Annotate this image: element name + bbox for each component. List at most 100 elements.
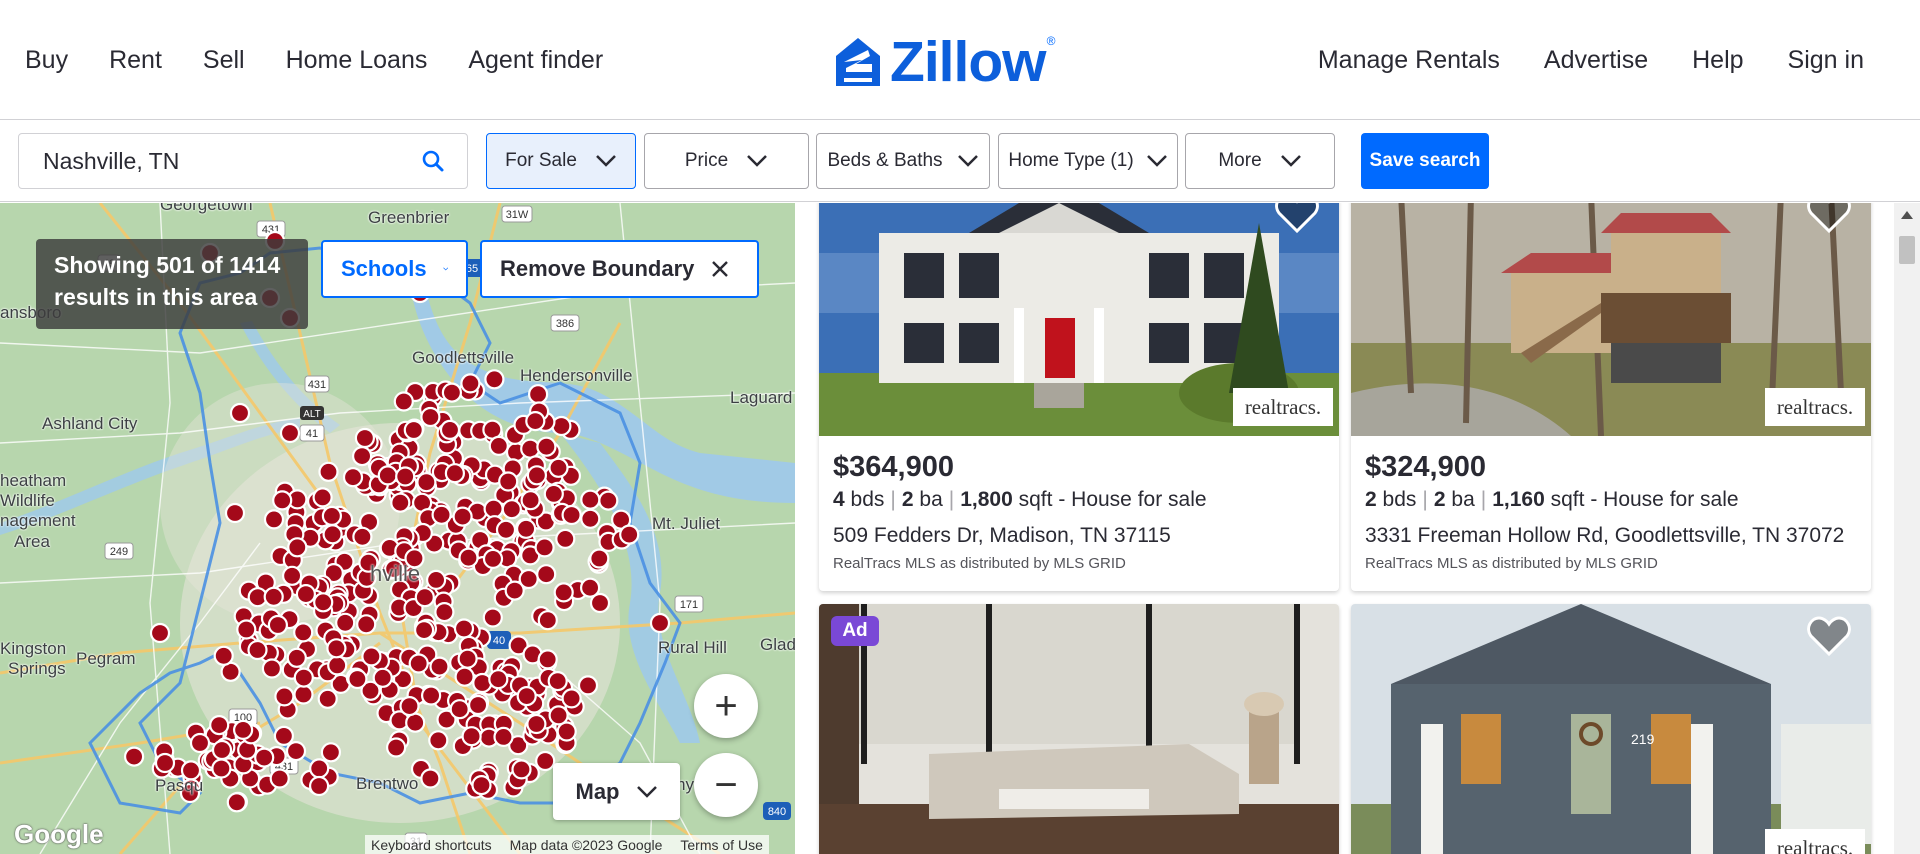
scroll-thumb[interactable] <box>1899 236 1915 264</box>
nav-sell[interactable]: Sell <box>203 46 245 75</box>
listing-marker[interactable] <box>254 747 275 768</box>
listing-marker[interactable] <box>274 686 295 707</box>
listings-panel[interactable]: realtracs. $364,900 4 bds | 2 ba | 1,800 sqf… <box>796 203 1920 854</box>
listing-marker[interactable] <box>309 758 330 779</box>
listing-marker[interactable] <box>526 713 547 735</box>
listing-marker[interactable] <box>460 373 481 394</box>
listing-marker[interactable] <box>511 759 532 780</box>
listing-marker[interactable] <box>534 537 555 558</box>
listing-marker[interactable] <box>495 519 517 540</box>
home-type-filter[interactable]: Home Type (1) <box>998 133 1178 189</box>
schools-button[interactable]: Schools <box>321 240 468 298</box>
nav-manage-rentals[interactable]: Manage Rentals <box>1318 46 1500 75</box>
listing-marker[interactable] <box>267 614 288 636</box>
listing-marker[interactable] <box>535 750 556 772</box>
listing-marker[interactable] <box>454 666 475 687</box>
listing-marker[interactable] <box>482 548 504 569</box>
listing-marker[interactable] <box>431 504 452 525</box>
listing-marker[interactable] <box>414 620 435 641</box>
listing-card[interactable]: realtracs. $364,900 4 bds | 2 ba | 1,800 sqf… <box>819 203 1339 591</box>
more-filter[interactable]: More <box>1185 133 1335 189</box>
listing-photo[interactable]: 219 <box>1351 604 1871 854</box>
listing-marker[interactable] <box>468 694 489 716</box>
listing-marker[interactable] <box>555 528 576 549</box>
listing-marker[interactable] <box>293 622 314 643</box>
listing-marker[interactable] <box>484 369 505 390</box>
listing-marker[interactable] <box>589 592 611 614</box>
nav-buy[interactable]: Buy <box>25 46 68 75</box>
listing-marker[interactable] <box>471 774 492 796</box>
listing-marker[interactable] <box>263 586 284 607</box>
listing-marker[interactable] <box>286 647 307 668</box>
listing-marker[interactable] <box>390 492 411 513</box>
listing-marker[interactable] <box>453 618 475 639</box>
listing-marker[interactable] <box>309 775 330 797</box>
listing-marker[interactable] <box>377 465 398 486</box>
nav-rent[interactable]: Rent <box>109 46 162 75</box>
terms-of-use-link[interactable]: Terms of Use <box>680 837 762 853</box>
listing-marker[interactable] <box>526 465 548 486</box>
listing-marker[interactable] <box>318 461 339 482</box>
favorite-heart-icon[interactable] <box>1807 203 1851 233</box>
listing-marker[interactable] <box>211 739 233 761</box>
map-panel[interactable]: 31W 431 49 65 386 431 ALT 41 249 40 171 … <box>0 203 795 854</box>
listing-marker[interactable] <box>547 671 568 692</box>
listing-marker[interactable] <box>414 587 435 608</box>
price-filter[interactable]: Price <box>644 133 809 189</box>
listing-marker[interactable] <box>273 725 294 747</box>
listing-marker[interactable] <box>589 548 610 569</box>
nav-home-loans[interactable]: Home Loans <box>286 46 428 75</box>
listing-marker[interactable] <box>420 768 441 789</box>
listing-marker[interactable] <box>426 569 447 590</box>
listing-marker[interactable] <box>488 435 509 456</box>
listing-marker[interactable] <box>342 467 364 488</box>
search-value[interactable]: Nashville, TN <box>43 148 421 175</box>
listing-marker[interactable] <box>285 740 307 762</box>
listing-marker[interactable] <box>393 391 414 412</box>
listing-marker[interactable] <box>461 726 482 747</box>
listing-marker[interactable] <box>416 472 437 493</box>
search-input[interactable]: Nashville, TN <box>18 133 468 189</box>
listing-marker[interactable] <box>482 607 503 628</box>
listing-marker[interactable] <box>403 419 424 441</box>
listing-marker[interactable] <box>229 402 251 424</box>
listing-marker[interactable] <box>211 758 232 779</box>
listing-marker[interactable] <box>515 518 537 539</box>
listing-marker[interactable] <box>488 669 509 690</box>
search-icon[interactable] <box>421 149 445 173</box>
nav-help[interactable]: Help <box>1692 46 1743 75</box>
listing-marker[interactable] <box>598 490 619 511</box>
listing-marker[interactable] <box>449 699 470 720</box>
listing-marker[interactable] <box>434 602 455 623</box>
listing-marker[interactable] <box>543 483 564 504</box>
listing-marker[interactable] <box>149 622 171 644</box>
listing-address[interactable]: 509 Fedders Dr, Madison, TN 37115 <box>833 524 1171 548</box>
listing-marker[interactable] <box>295 584 316 605</box>
listing-marker[interactable] <box>649 612 671 634</box>
listing-marker[interactable] <box>372 667 393 688</box>
listing-marker[interactable] <box>458 547 479 568</box>
listings-scrollbar[interactable] <box>1894 203 1920 854</box>
listing-marker[interactable] <box>293 684 314 705</box>
zoom-out-button[interactable]: − <box>694 753 758 817</box>
listing-marker[interactable] <box>561 504 582 526</box>
zillow-logo[interactable]: Zillow ® <box>834 33 1055 90</box>
listing-marker[interactable] <box>516 686 537 707</box>
listing-marker[interactable] <box>226 792 247 813</box>
listing-marker[interactable] <box>580 489 601 510</box>
listing-marker[interactable] <box>321 505 342 526</box>
listing-marker[interactable] <box>209 714 230 736</box>
listing-marker[interactable] <box>327 655 348 676</box>
listing-marker[interactable] <box>224 502 246 524</box>
listing-marker[interactable] <box>356 614 377 635</box>
listing-marker[interactable] <box>537 610 558 631</box>
listing-marker[interactable] <box>399 696 420 717</box>
map-type-button[interactable]: Map <box>553 763 680 820</box>
listing-marker[interactable] <box>439 419 461 440</box>
listing-marker[interactable] <box>405 712 426 733</box>
favorite-heart-icon[interactable] <box>1807 616 1851 656</box>
listing-marker[interactable] <box>428 730 449 751</box>
for-sale-filter[interactable]: For Sale <box>486 133 636 189</box>
listing-marker[interactable] <box>261 658 282 679</box>
save-search-button[interactable]: Save search <box>1361 133 1489 189</box>
